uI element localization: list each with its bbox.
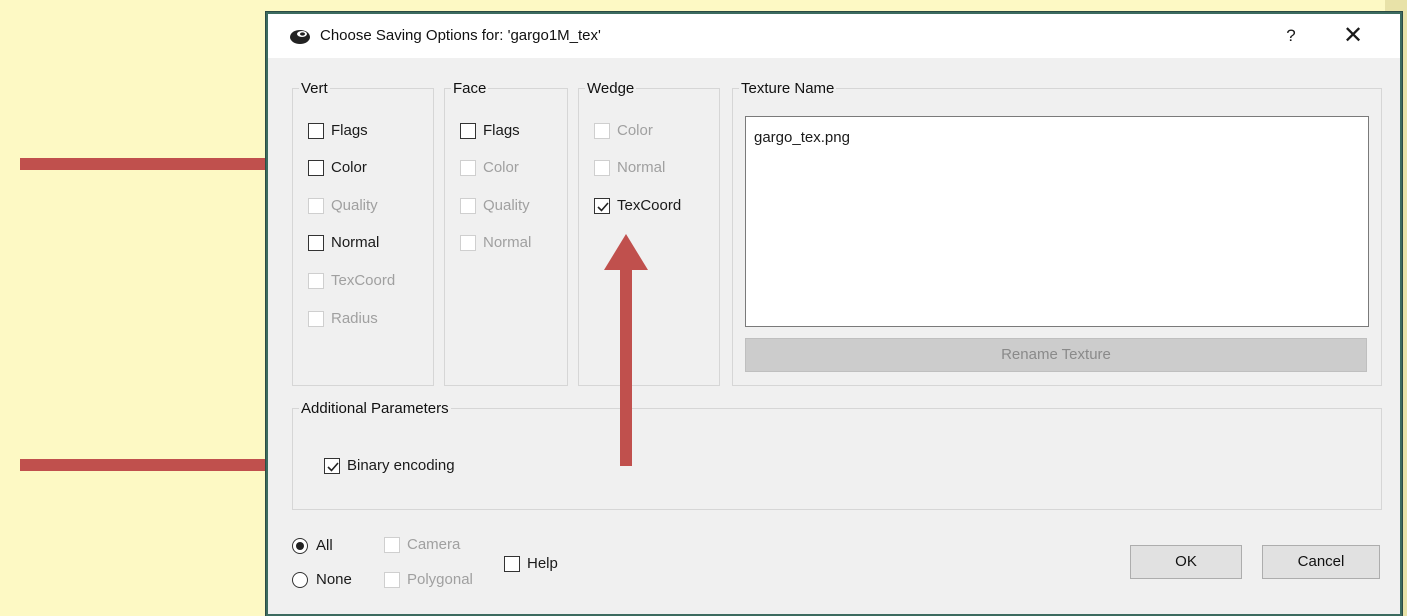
vert-quality-label: Quality bbox=[331, 197, 378, 214]
help-label: Help bbox=[527, 555, 558, 572]
vert-texcoord-checkbox[interactable]: TexCoord bbox=[308, 272, 395, 289]
wedge-texcoord-checkbox[interactable]: TexCoord bbox=[594, 197, 681, 214]
camera-label: Camera bbox=[407, 536, 461, 553]
radio-selected-dot bbox=[296, 541, 304, 550]
vert-quality-checkbox[interactable]: Quality bbox=[308, 197, 378, 214]
help-checkbox[interactable]: Help bbox=[504, 555, 558, 572]
checkbox-box[interactable] bbox=[308, 310, 324, 327]
wedge-color-checkbox[interactable]: Color bbox=[594, 122, 653, 139]
camera-checkbox[interactable]: Camera bbox=[384, 536, 460, 553]
binary-encoding-label: Binary encoding bbox=[347, 457, 455, 474]
vert-normal-label: Normal bbox=[331, 234, 380, 251]
vert-flags-label: Flags bbox=[331, 122, 368, 139]
vert-radius-checkbox[interactable]: Radius bbox=[308, 310, 378, 327]
none-radio-label: None bbox=[316, 571, 352, 588]
face-quality-label: Quality bbox=[483, 197, 530, 214]
arrow-to-wedge-texcoord bbox=[604, 234, 648, 466]
wedge-normal-label: Normal bbox=[617, 159, 666, 176]
help-question-icon[interactable]: ? bbox=[1278, 24, 1304, 48]
polygonal-checkbox[interactable]: Polygonal bbox=[384, 571, 473, 588]
checkmark-icon bbox=[327, 461, 339, 472]
face-color-label: Color bbox=[483, 159, 519, 176]
radio-circle[interactable] bbox=[292, 537, 308, 554]
checkbox-box[interactable] bbox=[308, 197, 324, 214]
vert-color-label: Color bbox=[331, 159, 367, 176]
wedge-color-label: Color bbox=[617, 122, 653, 139]
vert-color-checkbox[interactable]: Color bbox=[308, 159, 367, 176]
radio-circle[interactable] bbox=[292, 571, 308, 588]
checkbox-box[interactable] bbox=[594, 197, 610, 214]
face-quality-checkbox[interactable]: Quality bbox=[460, 197, 530, 214]
vert-radius-label: Radius bbox=[331, 310, 378, 327]
meshlab-app-icon bbox=[290, 30, 310, 44]
checkbox-box[interactable] bbox=[460, 122, 476, 139]
face-flags-label: Flags bbox=[483, 122, 520, 139]
ok-button[interactable]: OK bbox=[1130, 545, 1242, 579]
checkbox-box[interactable] bbox=[594, 159, 610, 176]
checkbox-box[interactable] bbox=[308, 272, 324, 289]
save-options-dialog: Choose Saving Options for: 'gargo1M_tex'… bbox=[266, 12, 1402, 616]
none-radio[interactable]: None bbox=[292, 571, 352, 588]
title-bar: Choose Saving Options for: 'gargo1M_tex'… bbox=[268, 14, 1400, 58]
close-icon[interactable]: ✕ bbox=[1338, 24, 1368, 48]
wedge-normal-checkbox[interactable]: Normal bbox=[594, 159, 665, 176]
checkbox-box[interactable] bbox=[308, 122, 324, 139]
checkbox-box[interactable] bbox=[460, 159, 476, 176]
window-title: Choose Saving Options for: 'gargo1M_tex' bbox=[320, 27, 601, 44]
vert-texcoord-label: TexCoord bbox=[331, 272, 396, 289]
cancel-button[interactable]: Cancel bbox=[1262, 545, 1380, 579]
vert-flags-checkbox[interactable]: Flags bbox=[308, 122, 368, 139]
checkbox-box[interactable] bbox=[504, 555, 520, 572]
checkmark-icon bbox=[597, 201, 609, 212]
face-color-checkbox[interactable]: Color bbox=[460, 159, 519, 176]
checkbox-box[interactable] bbox=[308, 234, 324, 251]
arrow-to-vert-color bbox=[20, 145, 300, 183]
checkbox-box[interactable] bbox=[308, 159, 324, 176]
binary-encoding-checkbox[interactable]: Binary encoding bbox=[324, 457, 455, 474]
vert-legend: Vert bbox=[301, 80, 328, 97]
wedge-legend: Wedge bbox=[587, 80, 635, 97]
face-normal-checkbox[interactable]: Normal bbox=[460, 234, 531, 251]
wedge-texcoord-label: TexCoord bbox=[617, 197, 682, 214]
face-legend: Face bbox=[453, 80, 487, 97]
additional-parameters-group: Additional Parameters bbox=[292, 400, 1382, 510]
checkbox-box[interactable] bbox=[460, 197, 476, 214]
texture-name-legend: Texture Name bbox=[741, 80, 835, 97]
face-normal-label: Normal bbox=[483, 234, 532, 251]
texture-name-list[interactable]: gargo_tex.png bbox=[745, 116, 1369, 327]
all-radio-label: All bbox=[316, 537, 333, 554]
face-flags-checkbox[interactable]: Flags bbox=[460, 122, 520, 139]
rename-texture-button[interactable]: Rename Texture bbox=[745, 338, 1367, 372]
checkbox-box[interactable] bbox=[384, 571, 400, 588]
texture-name-item[interactable]: gargo_tex.png bbox=[754, 129, 850, 146]
checkbox-box[interactable] bbox=[384, 536, 400, 553]
checkbox-box[interactable] bbox=[594, 122, 610, 139]
all-radio[interactable]: All bbox=[292, 537, 333, 554]
polygonal-label: Polygonal bbox=[407, 571, 473, 588]
checkbox-box[interactable] bbox=[324, 457, 340, 474]
vert-normal-checkbox[interactable]: Normal bbox=[308, 234, 379, 251]
additional-parameters-legend: Additional Parameters bbox=[301, 400, 449, 417]
checkbox-box[interactable] bbox=[460, 234, 476, 251]
